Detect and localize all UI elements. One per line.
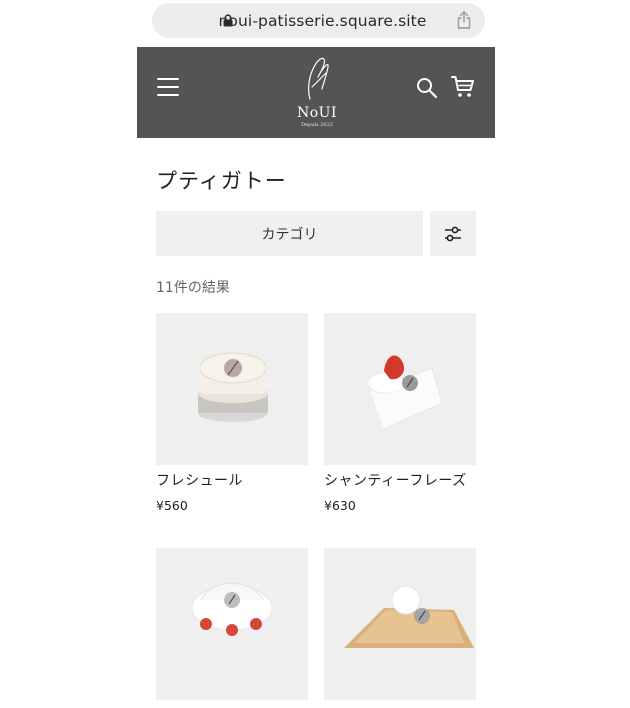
category-button[interactable]: カテゴリ bbox=[156, 211, 423, 256]
filter-button[interactable] bbox=[430, 211, 476, 256]
share-icon[interactable] bbox=[457, 11, 471, 29]
address-bar[interactable]: noui-patisserie.square.site bbox=[152, 3, 485, 38]
product-name[interactable]: フレシュール bbox=[156, 470, 308, 490]
search-icon[interactable] bbox=[416, 77, 438, 99]
product-card[interactable] bbox=[324, 548, 476, 708]
product-card[interactable]: シャンティーフレーズ ¥630 bbox=[324, 313, 476, 513]
brand-logo[interactable]: NoUI Depuis 2022 bbox=[282, 53, 352, 133]
cake-image bbox=[363, 355, 443, 432]
page-title: プティガトー bbox=[156, 169, 287, 193]
cake-image bbox=[191, 583, 273, 636]
product-image[interactable] bbox=[324, 548, 476, 700]
url-text: noui-patisserie.square.site bbox=[218, 11, 427, 30]
product-name[interactable]: シャンティーフレーズ bbox=[324, 470, 476, 490]
product-image[interactable] bbox=[324, 313, 476, 465]
cake-image bbox=[198, 352, 268, 422]
product-image[interactable] bbox=[156, 548, 308, 700]
product-card[interactable]: フレシュール ¥560 bbox=[156, 313, 308, 513]
logo-mark bbox=[308, 57, 329, 100]
site-header: NoUI Depuis 2022 bbox=[137, 47, 495, 138]
cart-icon[interactable] bbox=[451, 75, 475, 99]
product-price: ¥630 bbox=[324, 498, 356, 513]
result-count: 11件の結果 bbox=[156, 280, 230, 296]
menu-icon[interactable] bbox=[157, 78, 179, 96]
product-image[interactable] bbox=[156, 313, 308, 465]
product-card[interactable] bbox=[156, 548, 308, 708]
category-label: カテゴリ bbox=[261, 226, 318, 243]
brand-name: NoUI bbox=[296, 105, 337, 121]
sliders-icon bbox=[445, 226, 461, 241]
lock-icon bbox=[223, 14, 233, 27]
brand-tagline: Depuis 2022 bbox=[301, 122, 333, 128]
product-price: ¥560 bbox=[156, 498, 188, 513]
cake-image bbox=[344, 585, 474, 648]
